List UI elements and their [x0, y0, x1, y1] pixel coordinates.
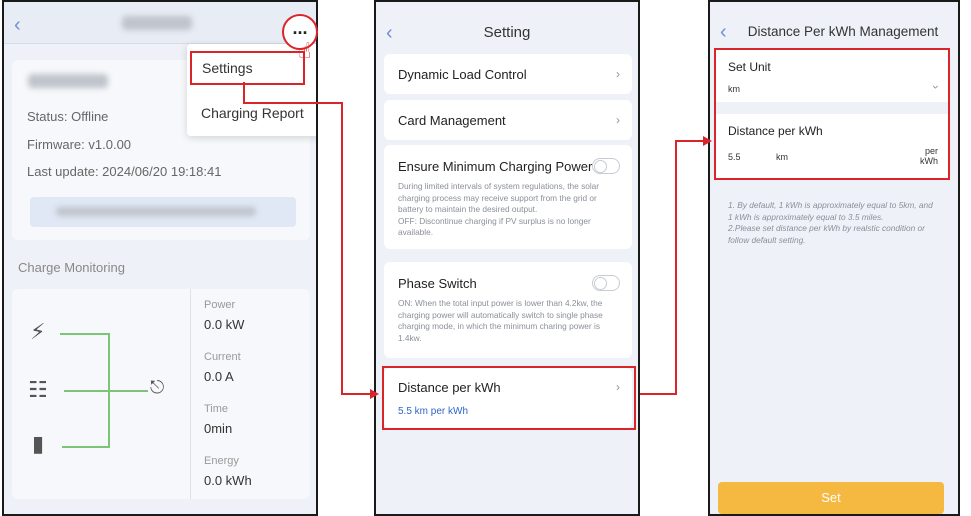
row-description: During limited intervals of system regul… — [398, 181, 600, 237]
last-update-text: Last update: 2024/06/20 19:18:41 — [27, 164, 222, 179]
connector-line — [341, 102, 343, 395]
time-label: Time — [204, 403, 229, 415]
phase-switch-row: Phase Switch ON: When the total input po… — [384, 262, 632, 358]
chevron-right-icon: › — [616, 67, 620, 81]
power-label: Power — [204, 299, 236, 311]
tutorial-stage: ‹ Status: Offline Firmware: v1.0.00 Last… — [0, 0, 971, 516]
connector-line — [243, 82, 245, 104]
unit-select-value: km — [728, 84, 740, 94]
flow-line — [64, 390, 148, 392]
status-text: Status: Offline — [27, 109, 109, 124]
power-value: 0.0 kW — [204, 317, 245, 332]
distance-value: 5.5 km per kWh — [398, 406, 469, 417]
row-label: Card Management — [398, 113, 506, 128]
connector-line — [675, 140, 703, 142]
grid-tower-icon: ⚡ — [30, 319, 46, 344]
page-title: Setting — [483, 24, 531, 41]
charger-icon: ⎋ — [150, 377, 165, 397]
row-label: Dynamic Load Control — [398, 67, 527, 82]
device-title-blurred — [28, 74, 108, 88]
battery-icon: ▮ — [32, 431, 45, 456]
distance-input-value[interactable]: 5.5 — [728, 152, 741, 162]
current-value: 0.0 A — [204, 369, 234, 384]
distance-management-screen: ‹ Distance Per kWh Management Set Unit k… — [708, 0, 960, 516]
chevron-right-icon: › — [616, 380, 620, 394]
card-management-row[interactable]: Card Management › — [384, 100, 632, 140]
per-kwh-unit: per kWh — [920, 146, 938, 166]
charge-monitoring-card: ⚡ ☷ ▮ ⎋ Power 0.0 kW Current 0.0 A Time … — [12, 289, 310, 499]
menu-item-charging-report[interactable]: Charging Report — [187, 92, 316, 134]
flow-line — [60, 333, 108, 335]
chevron-down-icon: › — [929, 85, 943, 89]
connector-arrow-icon — [703, 136, 712, 146]
connector-line — [675, 140, 677, 395]
set-button[interactable]: Set — [718, 482, 944, 514]
charger-detail-screen: ‹ Status: Offline Firmware: v1.0.00 Last… — [2, 0, 318, 516]
distance-label: Distance per kWh — [728, 124, 823, 138]
row-label: Distance per kWh — [398, 380, 501, 395]
distance-unit: km — [776, 152, 788, 162]
menu-item-settings[interactable]: Settings — [190, 51, 305, 85]
connector-line — [640, 393, 676, 395]
solar-panel-icon: ☷ — [28, 377, 48, 402]
connector-line — [243, 102, 343, 104]
row-label: Ensure Minimum Charging Power — [398, 159, 593, 174]
help-notes: 1. By default, 1 kWh is approximately eq… — [728, 200, 933, 245]
phase-switch-toggle[interactable] — [592, 275, 620, 291]
back-arrow-icon[interactable]: ‹ — [14, 15, 21, 35]
distance-per-kwh-field[interactable]: Distance per kWh 5.5 km per kWh — [716, 114, 948, 178]
setting-screen: ‹ Setting Dynamic Load Control › Card Ma… — [374, 0, 640, 516]
connector-line — [341, 393, 371, 395]
flow-line — [62, 446, 110, 448]
set-unit-label: Set Unit — [728, 60, 771, 74]
set-unit-field[interactable]: Set Unit km › — [716, 50, 948, 102]
firmware-text: Firmware: v1.0.00 — [27, 137, 132, 152]
distance-per-kwh-row[interactable]: Distance per kWh › 5.5 km per kWh — [384, 368, 632, 428]
page-title: Distance Per kWh Management — [747, 24, 939, 39]
row-label: Phase Switch — [398, 276, 477, 291]
energy-label: Energy — [204, 455, 239, 467]
ensure-min-power-row: Ensure Minimum Charging Power During lim… — [384, 145, 632, 249]
chevron-right-icon: › — [616, 113, 620, 127]
tap-hand-icon: ☝ — [298, 38, 312, 63]
blurred-field — [30, 197, 296, 227]
connector-arrow-icon — [370, 389, 379, 399]
row-description: ON: When the total input power is lower … — [398, 298, 603, 343]
time-value: 0min — [204, 421, 233, 436]
dynamic-load-control-row[interactable]: Dynamic Load Control › — [384, 54, 632, 94]
top-bar: ‹ — [4, 2, 316, 44]
energy-value: 0.0 kWh — [204, 473, 252, 488]
charge-monitoring-title: Charge Monitoring — [18, 260, 125, 275]
blurred-text — [56, 207, 256, 216]
ensure-min-power-toggle[interactable] — [592, 158, 620, 174]
divider — [190, 289, 191, 499]
device-name-blurred — [122, 16, 192, 30]
current-label: Current — [204, 351, 241, 363]
